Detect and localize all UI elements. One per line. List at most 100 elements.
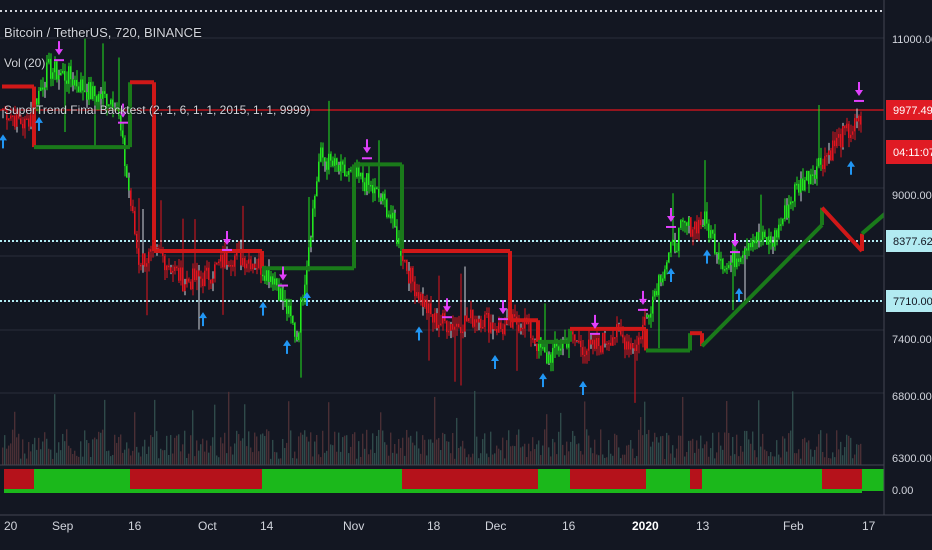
candle-body [442, 313, 444, 324]
volume-bar [156, 431, 158, 465]
volume-bar [286, 442, 288, 465]
volume-bar [24, 453, 26, 465]
time-label-feb: Feb [783, 519, 804, 533]
volume-bar [678, 435, 680, 465]
volume-bar [332, 445, 334, 465]
candle-body [602, 332, 604, 353]
candle-body [742, 255, 744, 258]
volume-bar [338, 432, 340, 465]
price-tick-6300: 6300.00 [892, 453, 932, 465]
candle-body [730, 262, 732, 266]
candle-body [326, 161, 328, 170]
volume-bar [466, 457, 468, 465]
volume-bar [192, 410, 194, 465]
volume-bar [508, 430, 510, 465]
candle-body [220, 254, 222, 262]
volume-bar [422, 435, 424, 465]
volume-bar [596, 454, 598, 465]
volume-bar [166, 435, 168, 465]
candle-body [692, 229, 694, 237]
indicator-legend[interactable]: SuperTrend Final Backtest (2, 1, 6, 1, 1… [4, 103, 310, 117]
volume-bar [622, 454, 624, 465]
volume-bar [814, 449, 816, 465]
volume-bar [836, 430, 838, 465]
volume-bar [104, 399, 106, 465]
price-chart[interactable]: 11000.00 9000.00 7400.00 6800.00 6300.00… [0, 0, 932, 550]
volume-bar [346, 435, 348, 465]
candle-body [26, 118, 28, 121]
volume-bar [784, 438, 786, 465]
volume-bar [664, 458, 666, 465]
candle-body [142, 253, 144, 266]
candle-body [768, 236, 770, 245]
candle-body [750, 242, 752, 248]
volume-bar [392, 452, 394, 465]
candle-body [206, 267, 208, 271]
volume-bar [832, 452, 834, 465]
candle-body [396, 226, 398, 244]
candle-body [454, 326, 456, 330]
candle-body [614, 337, 616, 339]
candle-body [402, 255, 404, 262]
volume-bar [420, 453, 422, 465]
volume-legend[interactable]: Vol (20) [4, 56, 45, 70]
symbol-title[interactable]: Bitcoin / TetherUS, 720, BINANCE [4, 25, 202, 40]
volume-bar [658, 442, 660, 465]
volume-bar [40, 449, 42, 465]
price-tick-7400: 7400.00 [892, 334, 932, 346]
time-axis[interactable]: 20 Sep 16 Oct 14 Nov 18 Dec 16 2020 13 F… [0, 514, 932, 550]
volume-bar [568, 451, 570, 465]
volume-bar [304, 430, 306, 465]
candle-body [584, 354, 586, 357]
candle-body [104, 91, 106, 94]
candle-body [28, 118, 30, 127]
volume-bar [16, 437, 18, 465]
candle-body [792, 201, 794, 203]
candle-body [788, 204, 790, 218]
candle-body [42, 87, 44, 90]
volume-bar [434, 396, 436, 465]
volume-bar [762, 433, 764, 465]
candle-body [726, 267, 728, 270]
volume-bar [424, 439, 426, 465]
volume-bar [640, 417, 642, 465]
candle-body [278, 285, 280, 300]
volume-bar [704, 444, 706, 465]
volume-bar [70, 448, 72, 465]
candle-body [592, 339, 594, 345]
volume-bar [426, 455, 428, 465]
candle-body [250, 259, 252, 270]
candle-body [322, 147, 324, 158]
candle-body [368, 173, 370, 185]
volume-bar [516, 434, 518, 465]
volume-bar [90, 457, 92, 465]
candle-body [194, 268, 196, 281]
volume-bar [374, 452, 376, 465]
volume-bar [278, 458, 280, 465]
candle-body [760, 239, 762, 242]
candle-body [630, 343, 632, 350]
candle-body [394, 212, 396, 227]
time-label-20: 20 [4, 519, 18, 533]
candle-body [546, 352, 548, 364]
price-scale[interactable]: 11000.00 9000.00 7400.00 6800.00 6300.00… [883, 0, 932, 515]
volume-bar [514, 446, 516, 465]
candle-body [850, 134, 852, 138]
volume-bar [600, 429, 602, 465]
volume-bar [298, 436, 300, 465]
candle-body [70, 66, 72, 80]
volume-bar [242, 438, 244, 465]
volume-bar [350, 446, 352, 465]
volume-bar [132, 450, 134, 465]
volume-bar [570, 441, 572, 465]
volume-bar [440, 449, 442, 465]
candle-body [636, 344, 638, 351]
candle-body [336, 158, 338, 165]
volume-bar [790, 430, 792, 465]
candle-body [474, 319, 476, 327]
volume-bar [210, 445, 212, 465]
sell-marker [54, 59, 64, 62]
candle-body [280, 288, 282, 300]
candle-body [500, 322, 502, 329]
volume-bar [330, 444, 332, 465]
